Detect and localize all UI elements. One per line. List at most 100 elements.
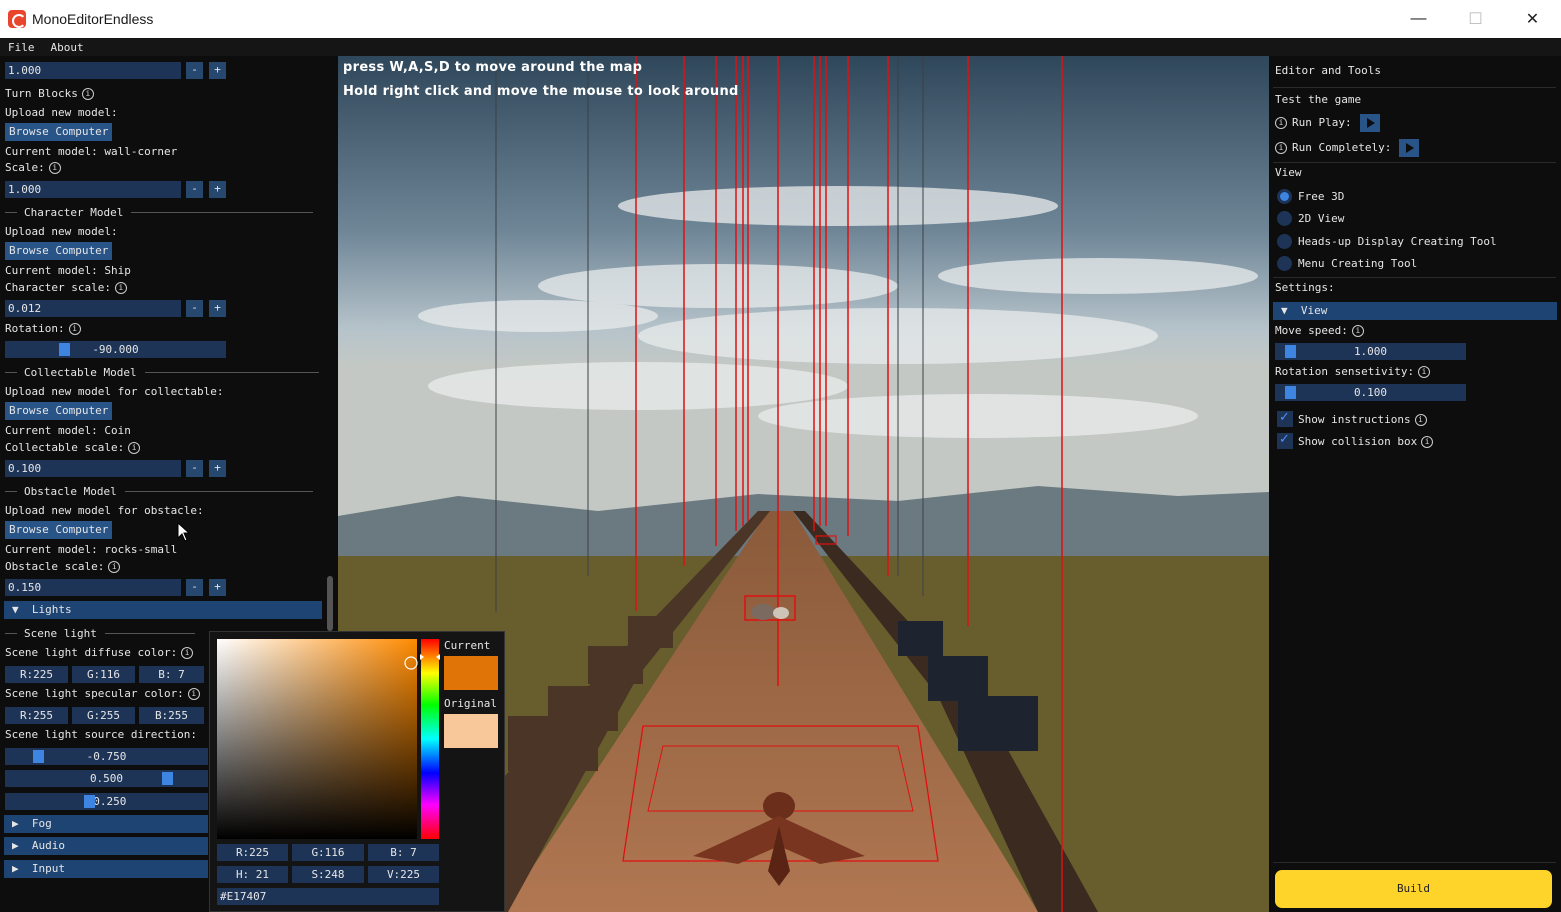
top-scale-input[interactable]: 1.000: [5, 62, 181, 79]
info-icon[interactable]: i: [181, 647, 194, 659]
info-icon[interactable]: i: [1421, 436, 1434, 448]
slider-grab[interactable]: [33, 750, 44, 763]
specular-r-input[interactable]: R:255: [5, 707, 68, 724]
title-bar: MonoEditorEndless — ☐ ✕: [0, 0, 1561, 38]
picker-g-input[interactable]: G:116: [292, 844, 364, 861]
radio-free-3d[interactable]: [1277, 189, 1292, 204]
fog-header[interactable]: ▶ Fog: [4, 815, 208, 833]
info-icon[interactable]: i: [1414, 414, 1427, 426]
current-model-label: Current model: Ship: [5, 264, 131, 277]
decrement-button[interactable]: -: [186, 579, 203, 596]
minimize-button[interactable]: —: [1390, 0, 1447, 38]
maximize-button[interactable]: ☐: [1447, 0, 1504, 38]
browse-computer-button[interactable]: Browse Computer: [5, 402, 113, 420]
run-play-row: i Run Play:: [1275, 114, 1380, 132]
slider-grab[interactable]: [84, 795, 95, 808]
collectable-scale-input[interactable]: 0.100: [5, 460, 181, 477]
current-model-label: Current model: wall-corner: [5, 145, 178, 158]
diffuse-g-input[interactable]: G:116: [72, 666, 135, 683]
browse-computer-button[interactable]: Browse Computer: [5, 242, 113, 260]
triangle-right-icon: ▶: [12, 862, 19, 875]
picker-hex-input[interactable]: #E17407: [217, 888, 439, 905]
radio-menu-tool[interactable]: [1277, 256, 1292, 271]
current-label: Current: [444, 639, 491, 652]
direction-x-slider[interactable]: -0.750: [5, 748, 208, 765]
picker-v-input[interactable]: V:225: [368, 866, 439, 883]
diffuse-color-label: Scene light diffuse color: i: [5, 646, 194, 659]
info-icon[interactable]: i: [108, 561, 121, 573]
play-icon[interactable]: [1399, 139, 1420, 157]
increment-button[interactable]: +: [209, 579, 226, 596]
increment-button[interactable]: +: [209, 300, 226, 317]
decrement-button[interactable]: -: [186, 62, 203, 79]
info-icon[interactable]: i: [1418, 366, 1431, 378]
triangle-down-icon: ▼: [1281, 304, 1288, 317]
triangle-right-icon: ▶: [12, 839, 19, 852]
move-speed-slider[interactable]: 1.000: [1275, 343, 1466, 360]
radio-hud-tool[interactable]: [1277, 234, 1292, 249]
diffuse-b-input[interactable]: B: 7: [139, 666, 204, 683]
info-icon[interactable]: i: [68, 323, 81, 335]
info-icon[interactable]: i: [128, 442, 141, 454]
audio-header[interactable]: ▶ Audio: [4, 837, 208, 855]
specular-g-input[interactable]: G:255: [72, 707, 135, 724]
obstacle-scale-input[interactable]: 0.150: [5, 579, 181, 596]
browse-computer-button[interactable]: Browse Computer: [5, 123, 113, 141]
picker-r-input[interactable]: R:225: [217, 844, 288, 861]
view-option-label: Free 3D: [1298, 190, 1345, 203]
increment-button[interactable]: +: [209, 62, 226, 79]
picker-h-input[interactable]: H: 21: [217, 866, 288, 883]
menu-file[interactable]: File: [0, 41, 43, 54]
rotation-slider[interactable]: -90.000: [5, 341, 226, 358]
upload-label: Upload new model:: [5, 106, 118, 119]
rotation-sensitivity-label: Rotation sensetivity: i: [1275, 365, 1431, 378]
diffuse-r-input[interactable]: R:225: [5, 666, 68, 683]
direction-z-slider[interactable]: -0.250: [5, 793, 208, 810]
lights-header[interactable]: ▼ Lights: [4, 601, 322, 619]
turn-scale-input[interactable]: 1.000: [5, 181, 181, 198]
info-icon[interactable]: i: [187, 688, 200, 700]
direction-y-slider[interactable]: 0.500: [5, 770, 208, 787]
input-header[interactable]: ▶ Input: [4, 860, 208, 878]
slider-grab[interactable]: [1285, 386, 1296, 399]
left-panel-scrollbar[interactable]: [327, 576, 333, 631]
increment-button[interactable]: +: [209, 181, 226, 198]
info-icon[interactable]: i: [81, 88, 94, 100]
picker-b-input[interactable]: B: 7: [368, 844, 439, 861]
info-icon[interactable]: i: [1275, 117, 1287, 129]
slider-grab[interactable]: [59, 343, 70, 356]
right-panel: Editor and Tools Test the game i Run Play…: [1269, 56, 1561, 912]
increment-button[interactable]: +: [209, 460, 226, 477]
obstacle-upload-label: Upload new model for obstacle:: [5, 504, 204, 517]
app-logo-icon: [8, 10, 26, 28]
browse-computer-button[interactable]: Browse Computer: [5, 521, 113, 539]
show-collision-label: Show collision box i: [1298, 435, 1434, 448]
view-settings-header[interactable]: ▼ View: [1273, 302, 1557, 320]
character-scale-input[interactable]: 0.012: [5, 300, 181, 317]
radio-2d-view[interactable]: [1277, 211, 1292, 226]
rotation-sensitivity-slider[interactable]: 0.100: [1275, 384, 1466, 401]
build-button[interactable]: Build: [1275, 870, 1552, 908]
hue-bar[interactable]: [421, 639, 439, 839]
settings-label: Settings:: [1275, 281, 1335, 294]
show-instructions-checkbox[interactable]: [1277, 410, 1293, 427]
mouse-cursor-icon: [177, 522, 191, 542]
decrement-button[interactable]: -: [186, 181, 203, 198]
menu-about[interactable]: About: [43, 41, 92, 54]
instruction-move: press W,A,S,D to move around the map: [343, 60, 643, 75]
info-icon[interactable]: i: [48, 162, 61, 174]
info-icon[interactable]: i: [1351, 325, 1364, 337]
original-swatch[interactable]: [444, 714, 498, 748]
picker-s-input[interactable]: S:248: [292, 866, 364, 883]
slider-grab[interactable]: [1285, 345, 1296, 358]
slider-grab[interactable]: [162, 772, 173, 785]
info-icon[interactable]: i: [114, 282, 127, 294]
decrement-button[interactable]: -: [186, 460, 203, 477]
current-model-label: Current model: Coin: [5, 424, 131, 437]
specular-b-input[interactable]: B:255: [139, 707, 204, 724]
close-button[interactable]: ✕: [1504, 0, 1561, 38]
play-icon[interactable]: [1359, 114, 1380, 132]
decrement-button[interactable]: -: [186, 300, 203, 317]
show-collision-checkbox[interactable]: [1277, 432, 1293, 449]
info-icon[interactable]: i: [1275, 142, 1287, 154]
